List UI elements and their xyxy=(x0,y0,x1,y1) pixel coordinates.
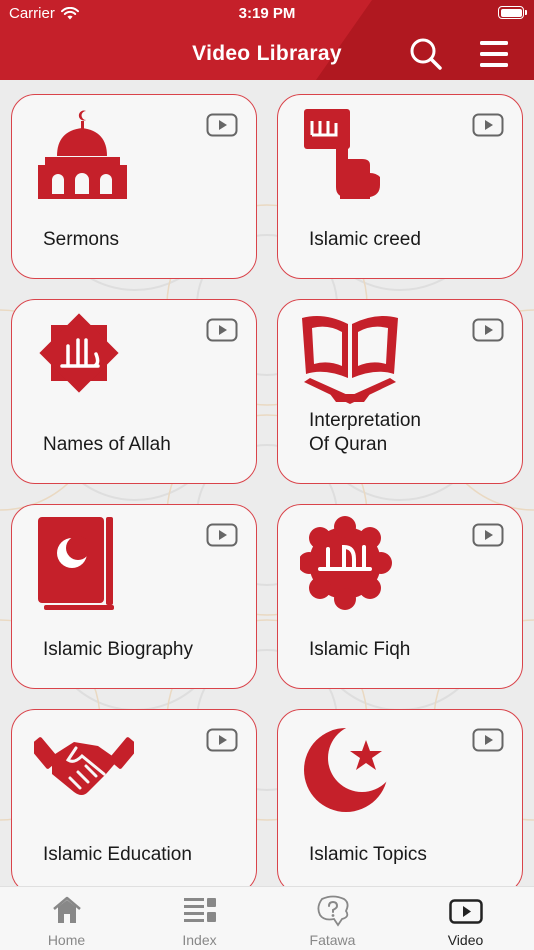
tab-label: Fatawa xyxy=(309,932,356,948)
tab-home[interactable]: Home xyxy=(0,887,133,950)
mosque-icon xyxy=(38,110,127,199)
battery-icon xyxy=(498,6,527,19)
card-islamic-biography[interactable]: Islamic Biography xyxy=(11,504,257,689)
search-icon[interactable] xyxy=(408,36,444,72)
card-label: Islamic Fiqh xyxy=(309,639,411,660)
index-icon xyxy=(183,898,216,922)
tab-index[interactable]: Index xyxy=(133,887,266,950)
video-play-icon xyxy=(472,523,504,547)
home-icon xyxy=(52,896,81,923)
handshake-icon xyxy=(34,737,134,795)
card-label: Interpretation Of Quran xyxy=(309,410,421,455)
tab-bar: Home Index Fatawa Video xyxy=(0,886,534,950)
card-label: Islamic Biography xyxy=(43,639,193,660)
card-islamic-education[interactable]: Islamic Education xyxy=(11,709,257,886)
allah-star-icon xyxy=(39,313,119,393)
tab-label: Home xyxy=(47,932,86,948)
card-interpretation-of-quran[interactable]: Interpretation Of Quran xyxy=(277,299,523,484)
card-label: Islamic Topics xyxy=(309,844,427,865)
card-label: Names of Allah xyxy=(43,434,171,455)
video-play-icon xyxy=(472,318,504,342)
card-sermons[interactable]: Sermons xyxy=(11,94,257,279)
video-play-icon xyxy=(206,318,238,342)
card-names-of-allah[interactable]: Names of Allah xyxy=(11,299,257,484)
menu-icon[interactable] xyxy=(478,40,510,68)
video-play-icon xyxy=(206,113,238,137)
video-category-grid: Sermons Islamic creed Names of Allah Int… xyxy=(0,80,534,886)
card-label: Islamic Education xyxy=(43,844,192,865)
tab-label: Index xyxy=(182,932,217,948)
page-title: Video Libraray xyxy=(192,42,342,65)
video-play-icon xyxy=(472,728,504,752)
finger-pointing-icon xyxy=(304,109,380,199)
tab-label: Video xyxy=(447,932,484,948)
card-islamic-fiqh[interactable]: Islamic Fiqh xyxy=(277,504,523,689)
video-play-icon xyxy=(206,523,238,547)
card-islamic-creed[interactable]: Islamic creed xyxy=(277,94,523,279)
tab-fatawa[interactable]: Fatawa xyxy=(266,887,399,950)
card-islamic-topics[interactable]: Islamic Topics xyxy=(277,709,523,886)
app-header: Carrier 3:19 PM Video Libraray xyxy=(0,0,534,80)
halal-badge-icon xyxy=(300,516,392,610)
crescent-star-icon xyxy=(304,724,396,812)
card-label: Islamic creed xyxy=(309,229,421,250)
video-icon xyxy=(448,899,483,924)
fatawa-icon xyxy=(317,895,348,927)
video-play-icon xyxy=(472,113,504,137)
status-bar: Carrier 3:19 PM xyxy=(0,0,534,28)
quran-stand-icon xyxy=(302,316,398,404)
video-play-icon xyxy=(206,728,238,752)
status-time: 3:19 PM xyxy=(238,5,296,22)
book-crescent-icon xyxy=(38,517,114,610)
tab-video[interactable]: Video xyxy=(399,887,532,950)
card-label: Sermons xyxy=(43,229,120,250)
